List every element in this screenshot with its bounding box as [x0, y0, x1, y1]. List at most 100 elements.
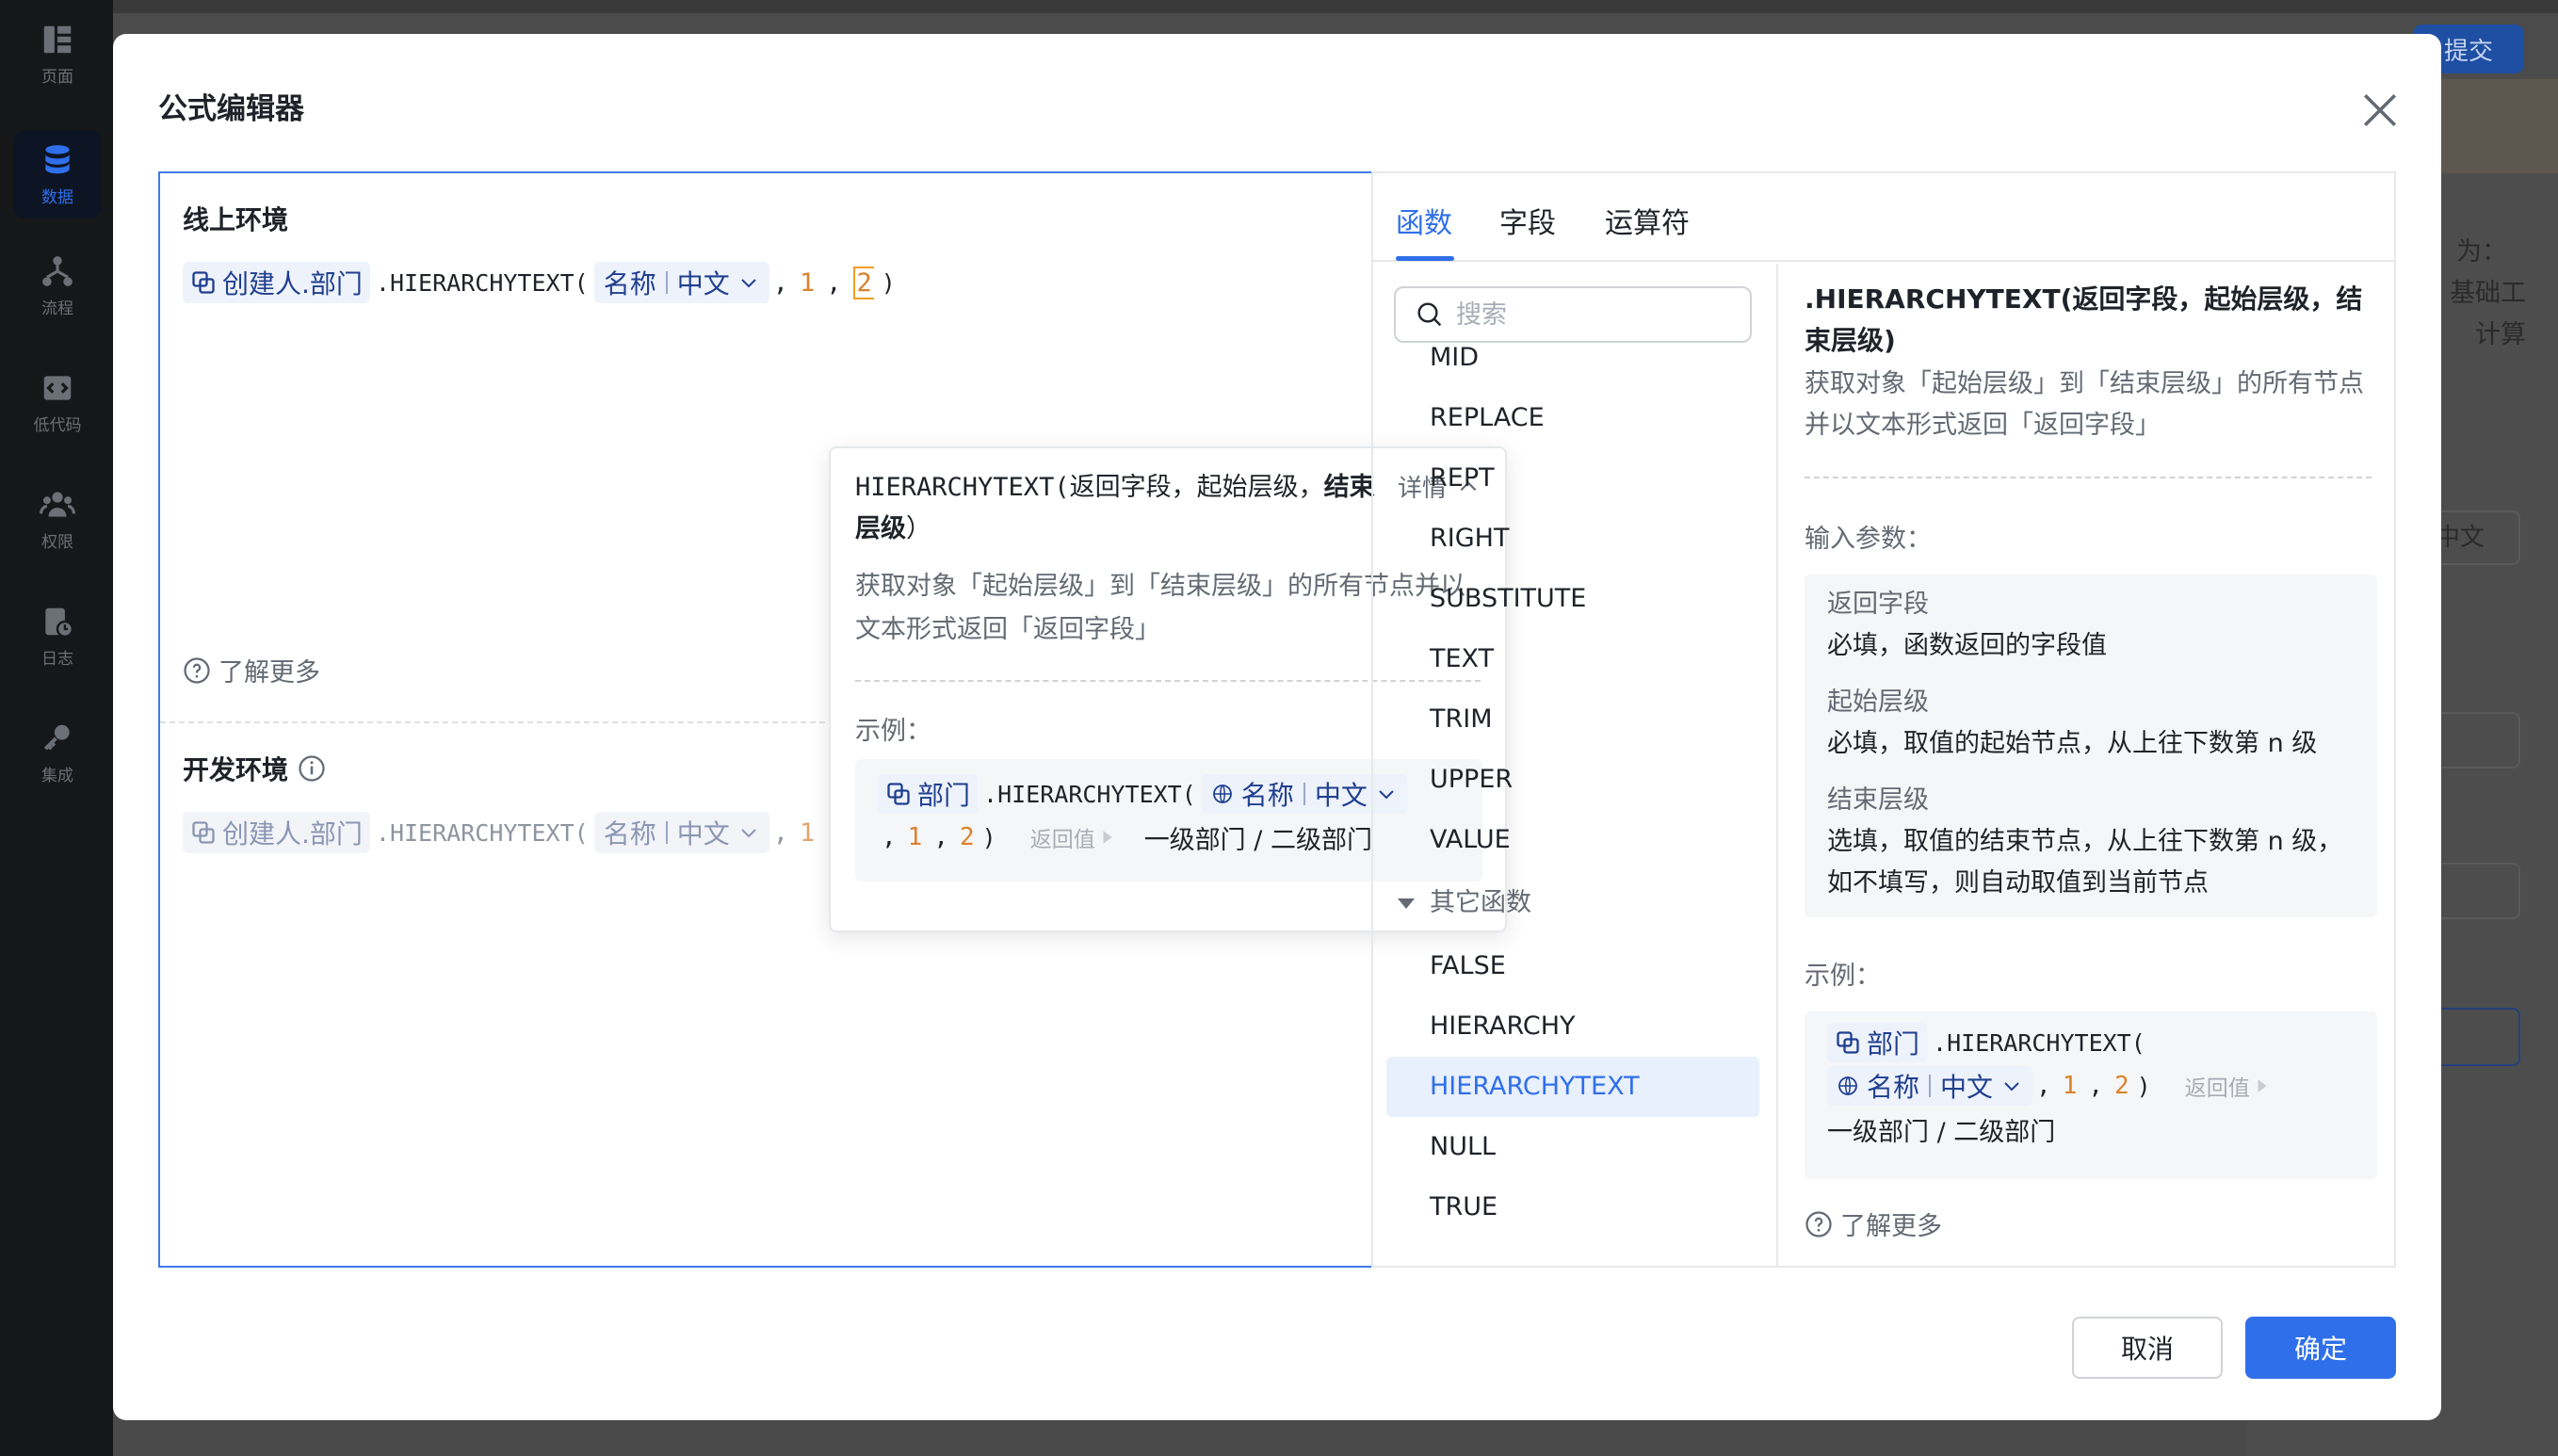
comma: , — [2088, 1072, 2103, 1100]
learn-more-link[interactable]: 了解更多 — [1805, 1205, 1942, 1242]
popover-signature: HIERARCHYTEXT(返回字段，起始层级，结束层级） — [855, 467, 1383, 550]
confirm-button[interactable]: 确定 — [2245, 1317, 2396, 1379]
chevron-down-icon — [741, 279, 756, 288]
return-label-text: 返回值 — [2184, 1076, 2250, 1101]
field-select-lang: 中文 — [676, 268, 730, 299]
select-separator — [1303, 783, 1305, 805]
sidebar-item-permission[interactable]: 权限 — [13, 475, 102, 563]
closing-paren: ) — [2136, 1072, 2151, 1100]
sidebar-item-log[interactable]: 日志 — [13, 591, 102, 680]
detail-example: 部门 .HIERARCHYTEXT( 名称 中文 , 1 , 2) 返回值 一… — [1805, 1011, 2377, 1179]
param-desc: 选填，取值的结束节点，从上往下数第 n 级，如不填写，则自动取值到当前节点 — [1827, 827, 2343, 898]
comma: , — [772, 267, 788, 298]
popover-example-label: 示例： — [855, 717, 931, 746]
sidebar-item-label: 集成 — [41, 766, 73, 785]
info-icon[interactable] — [298, 754, 326, 783]
learn-more-link[interactable]: 了解更多 — [183, 652, 320, 688]
comma: , — [933, 823, 948, 851]
function-name: .HIERARCHYTEXT( — [1933, 1028, 2145, 1057]
learn-more-label: 了解更多 — [1840, 1212, 1942, 1241]
return-value-label: 返回值 — [2185, 1070, 2271, 1102]
function-item-right[interactable]: RIGHT — [1386, 509, 1759, 569]
field-tag-label: 创建人.部门 — [222, 818, 363, 849]
closing-paren: ) — [981, 823, 996, 851]
field-tag: 部门 — [878, 774, 979, 814]
function-name: .HIERARCHYTEXT( — [375, 268, 589, 297]
sidebar-item-label: 日志 — [41, 649, 73, 669]
field-select[interactable]: 名称 中文 — [593, 812, 769, 853]
function-item-trim[interactable]: TRIM — [1386, 689, 1759, 750]
online-formula[interactable]: 创建人.部门 .HIERARCHYTEXT( 名称 中文 , 1 , 2) — [183, 262, 901, 303]
sidebar-item-lowcode[interactable]: 低代码 — [13, 358, 102, 446]
field-tag[interactable]: 创建人.部门 — [183, 812, 370, 853]
function-detail-description: 获取对象「起始层级」到「结束层级」的所有节点并以文本形式返回「返回字段」 — [1805, 369, 2364, 440]
input-params: 返回字段 必填，函数返回的字段值 起始层级 必填，取值的起始节点，从上往下数第 … — [1805, 574, 2377, 917]
search-box[interactable] — [1394, 286, 1752, 343]
chevron-down-icon — [2004, 1082, 2019, 1092]
function-group-label: 其它函数 — [1430, 888, 1531, 917]
function-item-upper[interactable]: UPPER — [1386, 750, 1759, 810]
comma: , — [882, 823, 897, 851]
tab-operators[interactable]: 运算符 — [1605, 200, 1690, 241]
sidebar-item-integration[interactable]: 集成 — [13, 708, 102, 797]
tab-functions[interactable]: 函数 — [1396, 200, 1452, 241]
search-input[interactable] — [1456, 299, 1739, 330]
function-item-replace[interactable]: REPLACE — [1386, 388, 1759, 448]
function-item-text[interactable]: TEXT — [1386, 629, 1759, 689]
closing-paren: ) — [881, 268, 896, 297]
field-link-icon — [887, 783, 910, 805]
return-value-label: 返回值 — [1030, 821, 1116, 853]
field-tag[interactable]: 创建人.部门 — [183, 262, 370, 303]
code-icon — [43, 375, 72, 400]
users-icon — [40, 492, 75, 517]
search-icon — [1417, 302, 1442, 327]
dev-formula[interactable]: 创建人.部门 .HIERARCHYTEXT( 名称 中文 , 1 , 2 ) — [183, 812, 896, 853]
field-select-name: 名称 — [603, 268, 656, 299]
background-text: 基础工 — [2450, 279, 2526, 308]
sidebar-item-data[interactable]: 数据 — [13, 130, 102, 218]
param-name: 返回字段 — [1827, 590, 1929, 619]
modal-title: 公式编辑器 — [158, 92, 304, 126]
function-group-other[interactable]: 其它函数 — [1386, 870, 1759, 936]
function-item-mid[interactable]: MID — [1386, 345, 1759, 388]
function-item-value[interactable]: VALUE — [1386, 810, 1759, 870]
field-select-name: 名称 — [603, 818, 656, 849]
function-item-true[interactable]: TRUE — [1386, 1177, 1759, 1238]
signature-suffix: ） — [906, 514, 931, 543]
param-item: 起始层级 必填，取值的起始节点，从上往下数第 n 级 — [1827, 682, 2355, 765]
function-item-substitute[interactable]: SUBSTITUTE — [1386, 569, 1759, 629]
close-button[interactable] — [2355, 85, 2405, 136]
sidebar-item-pages[interactable]: 页面 — [13, 9, 102, 98]
argument-number: 2 — [959, 823, 975, 851]
function-item-rept[interactable]: REPT — [1386, 448, 1759, 509]
argument-number: 1 — [799, 267, 816, 298]
sidebar-item-label: 流程 — [41, 299, 73, 318]
cancel-button[interactable]: 取消 — [2072, 1317, 2223, 1379]
learn-more-label: 了解更多 — [219, 658, 320, 688]
function-item-false[interactable]: FALSE — [1386, 936, 1759, 996]
field-tag: 部门 — [1827, 1023, 1928, 1062]
argument-number: 1 — [907, 823, 923, 851]
comma: , — [826, 267, 842, 298]
field-select-lang: 中文 — [1314, 780, 1368, 811]
function-panel: 函数 字段 运算符 MID REPLACE REPT RIGHT SUBSTIT… — [1371, 171, 2396, 1268]
field-tag-label: 部门 — [917, 780, 971, 811]
background-text: 计算 — [2475, 320, 2526, 349]
select-separator — [665, 271, 668, 294]
function-item-null[interactable]: NULL — [1386, 1117, 1759, 1177]
sidebar-item-flow[interactable]: 流程 — [13, 241, 102, 330]
function-detail: .HIERARCHYTEXT(返回字段，起始层级，结束层级) 获取对象「起始层级… — [1780, 264, 2394, 1268]
field-select: 名称 中文 — [1827, 1066, 2033, 1106]
sidebar-item-label: 页面 — [41, 67, 73, 87]
flow-icon — [42, 255, 73, 286]
field-select-lang: 中文 — [676, 818, 730, 849]
comma: , — [2036, 1072, 2051, 1100]
sidebar-item-label: 数据 — [41, 187, 73, 207]
function-item-hierarchy[interactable]: HIERARCHY — [1386, 996, 1759, 1057]
example-label: 示例： — [1805, 962, 1881, 991]
function-item-hierarchytext[interactable]: HIERARCHYTEXT — [1386, 1057, 1759, 1117]
tab-fields[interactable]: 字段 — [1499, 200, 1556, 241]
globe-icon — [1212, 785, 1232, 803]
field-select[interactable]: 名称 中文 — [593, 262, 769, 303]
return-value: 一级部门 / 二级部门 — [1827, 1117, 2056, 1147]
